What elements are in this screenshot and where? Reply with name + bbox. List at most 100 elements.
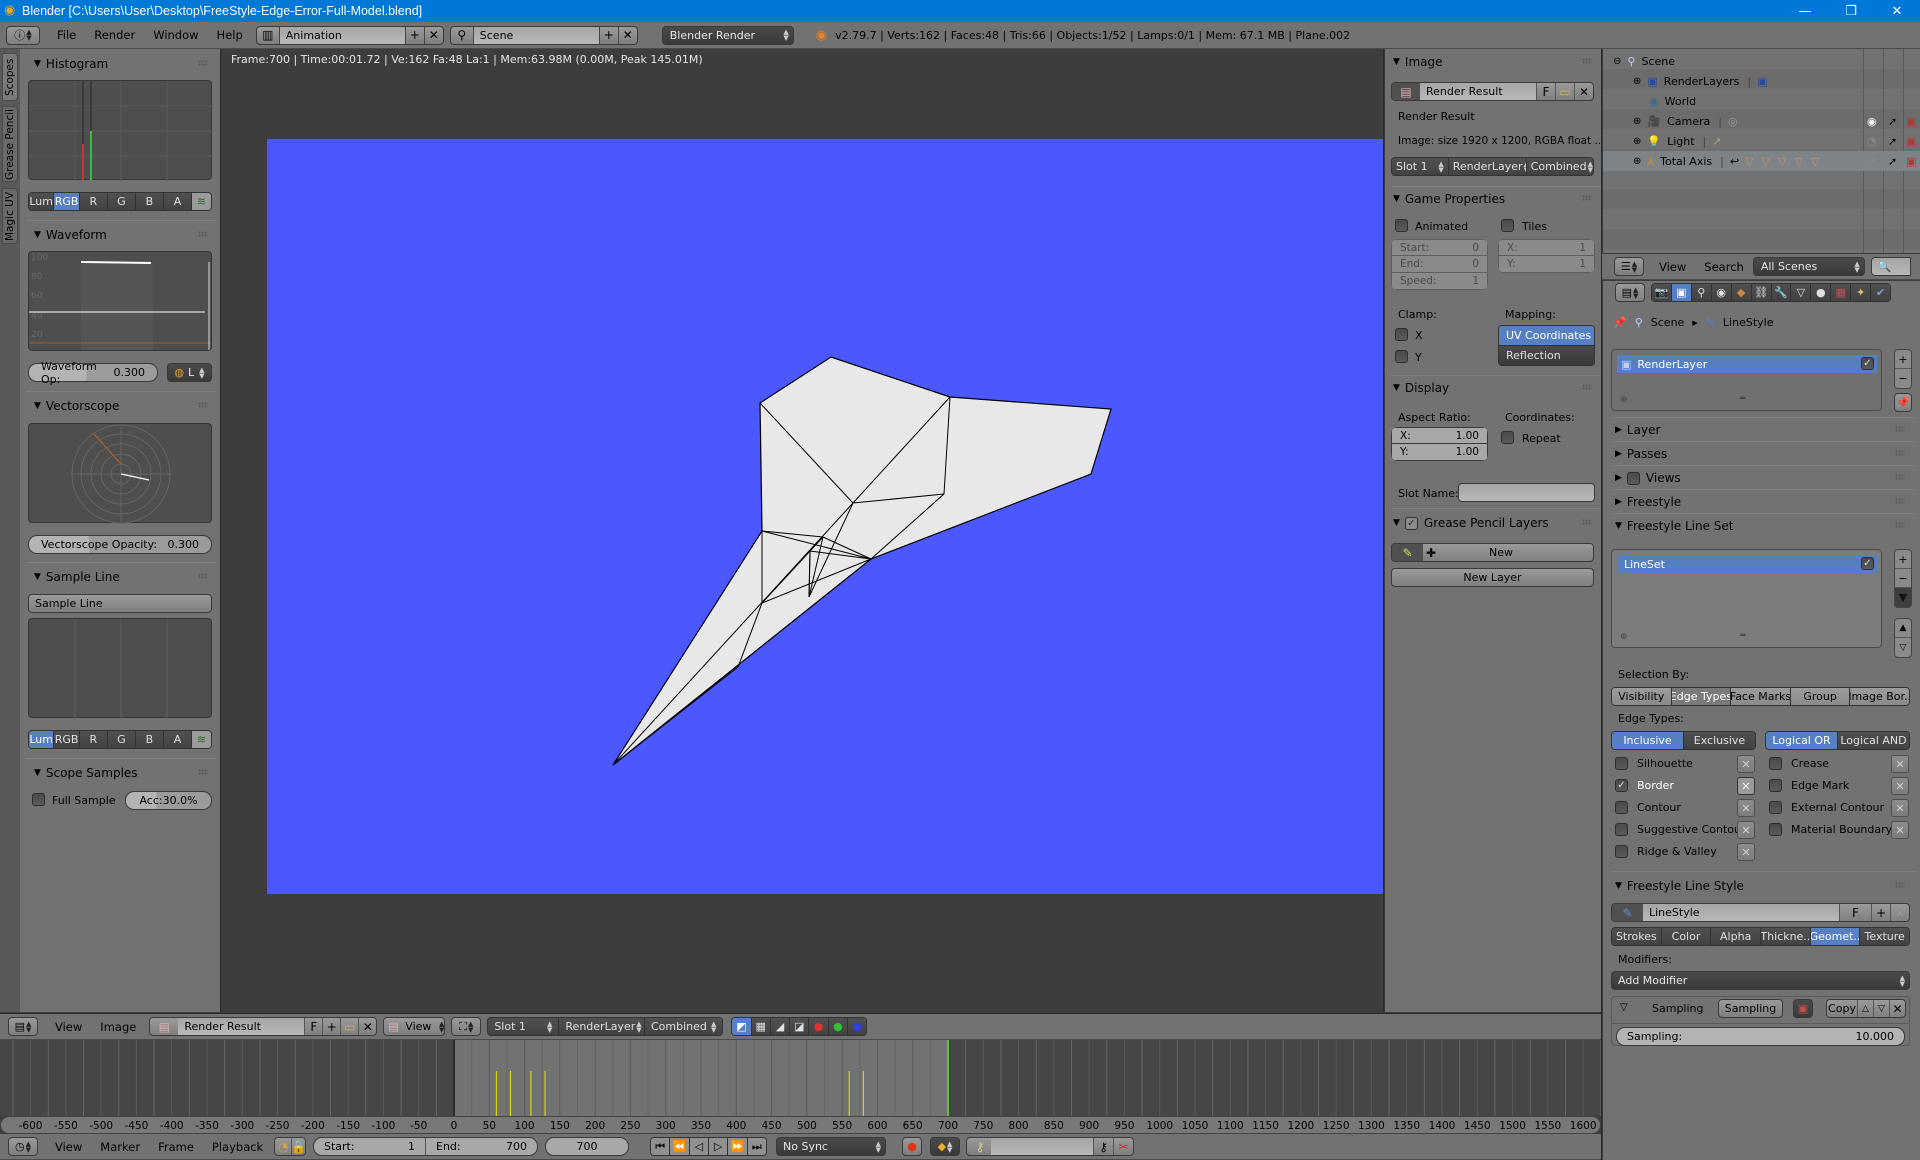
linestyle-tab-thickness[interactable]: Thickne.. bbox=[1761, 928, 1811, 945]
drag-grip-icon[interactable] bbox=[1582, 519, 1592, 525]
modifier-type-button[interactable]: Sampling bbox=[1718, 999, 1783, 1018]
screen-layout-name[interactable]: Animation bbox=[278, 26, 405, 44]
drag-grip-icon[interactable] bbox=[1582, 58, 1592, 64]
exclude-toggle-icon[interactable]: ✕ bbox=[1737, 821, 1755, 839]
channel-blue-icon[interactable]: ● bbox=[848, 1018, 867, 1035]
game-properties-header[interactable]: ▼ Game Properties bbox=[1385, 188, 1600, 210]
keying-set-name[interactable] bbox=[991, 1138, 1093, 1155]
outliner-item-scene[interactable]: ⊖ ⚲ Scene bbox=[1603, 51, 1920, 71]
drag-grip-icon[interactable] bbox=[1895, 426, 1905, 432]
auto-keying-record-button[interactable]: ● bbox=[902, 1137, 922, 1156]
vectorscope-opacity-slider[interactable]: Vectorscope Opacity: 0.300 bbox=[28, 535, 212, 554]
delete-keyframe-icon[interactable]: ✂ bbox=[1113, 1138, 1133, 1155]
outliner-search-input[interactable]: 🔍 bbox=[1870, 257, 1911, 276]
outliner-item-world[interactable]: ◉ World bbox=[1603, 91, 1920, 111]
histogram-mode-b[interactable]: B bbox=[135, 193, 164, 210]
channel-red-icon[interactable]: ● bbox=[809, 1018, 829, 1035]
exclude-toggle-icon[interactable]: ✕ bbox=[1737, 843, 1755, 861]
image-editor-type-button[interactable]: ▤ ▲ ▼ bbox=[8, 1017, 38, 1036]
freestyle-section-header[interactable]: ▶ Freestyle bbox=[1607, 491, 1913, 513]
anim-end-field[interactable]: End: 0 bbox=[1391, 256, 1488, 273]
add-icon[interactable]: + bbox=[598, 26, 618, 44]
expand-icon[interactable]: ⊕ bbox=[1633, 156, 1641, 167]
list-filter-icon[interactable]: ⊕ bbox=[1620, 395, 1628, 405]
render-layer-enabled-checkbox[interactable]: ✓ bbox=[1861, 357, 1874, 370]
move-up-button[interactable]: △ bbox=[1857, 1000, 1873, 1017]
menu-file[interactable]: File bbox=[48, 28, 85, 42]
exclude-toggle-icon[interactable]: ✕ bbox=[1891, 777, 1909, 795]
exclude-toggle-icon[interactable]: ✕ bbox=[1891, 821, 1909, 839]
expand-icon[interactable]: ⊕ bbox=[1633, 76, 1641, 87]
aspect-y-field[interactable]: Y: 1.00 bbox=[1391, 444, 1488, 461]
close-icon[interactable]: ✕ bbox=[358, 1018, 376, 1035]
sync-mode-dropdown[interactable]: No Sync ▲ ▼ bbox=[776, 1137, 886, 1156]
animated-checkbox[interactable] bbox=[1395, 219, 1408, 232]
slot-name-input[interactable] bbox=[1458, 483, 1595, 502]
selection-edge-types-toggle[interactable]: Edge Types bbox=[1671, 688, 1732, 705]
close-button[interactable]: ✕ bbox=[1874, 0, 1920, 22]
edge-type-checkbox[interactable] bbox=[1615, 845, 1628, 858]
timeline-menu-frame[interactable]: Frame bbox=[149, 1140, 203, 1154]
histogram-mode-g[interactable]: G bbox=[107, 193, 136, 210]
tab-grease-pencil[interactable]: Grease Pencil bbox=[2, 106, 18, 182]
log-scale-toggle-icon[interactable]: ≋ bbox=[192, 193, 211, 210]
render-layer-dropdown[interactable]: RenderLayer▲▼ bbox=[1448, 158, 1527, 175]
edge-type-checkbox[interactable] bbox=[1615, 823, 1628, 836]
add-line-set-button[interactable]: + bbox=[1895, 550, 1911, 569]
move-down-button[interactable]: ▽ bbox=[1895, 638, 1911, 657]
sample-mode-a[interactable]: A bbox=[163, 731, 193, 748]
tab-object-icon[interactable]: ◆ bbox=[1731, 284, 1752, 301]
passes-section-header[interactable]: ▶ Passes bbox=[1607, 443, 1913, 465]
repeat-checkbox[interactable] bbox=[1501, 431, 1514, 444]
line-set-item[interactable]: LineSet ✓ bbox=[1617, 555, 1877, 573]
modifier-render-toggle-icon[interactable]: ▣ bbox=[1793, 999, 1813, 1018]
expand-icon[interactable]: ⊕ bbox=[1633, 116, 1641, 127]
selectable-arrow-icon[interactable]: ➚ bbox=[1888, 135, 1897, 148]
exclude-toggle-icon[interactable]: ✕ bbox=[1737, 777, 1755, 795]
histogram-mode-rgb[interactable]: RGB bbox=[54, 193, 80, 210]
edge-type-checkbox[interactable] bbox=[1615, 801, 1628, 814]
tab-world-icon[interactable]: ◉ bbox=[1711, 284, 1732, 301]
image-name[interactable]: Render Result bbox=[178, 1018, 305, 1035]
tab-data-icon[interactable]: ▽ bbox=[1791, 284, 1812, 301]
sample-line-button[interactable]: Sample Line bbox=[28, 594, 212, 613]
exclude-toggle-icon[interactable]: ✕ bbox=[1891, 755, 1909, 773]
add-icon[interactable]: + bbox=[1871, 904, 1890, 921]
grease-pencil-datablock[interactable]: ✎ ✚ New bbox=[1391, 543, 1594, 562]
selection-face-marks-toggle[interactable]: Face Marks bbox=[1731, 688, 1791, 705]
exclude-toggle-icon[interactable]: ✕ bbox=[1891, 799, 1909, 817]
restore-button[interactable]: ❐ bbox=[1828, 0, 1874, 22]
current-frame-field[interactable]: 700 bbox=[545, 1137, 629, 1156]
add-modifier-dropdown[interactable]: Add Modifier ▲ ▼ bbox=[1611, 971, 1910, 990]
waveform-header[interactable]: ▼ Waveform bbox=[26, 224, 216, 246]
tiles-checkbox[interactable] bbox=[1501, 219, 1514, 232]
move-up-button[interactable]: ▲ bbox=[1895, 619, 1911, 638]
drag-grip-icon[interactable] bbox=[198, 402, 208, 408]
modifier-name[interactable]: Sampling bbox=[1652, 1002, 1704, 1015]
layer-section-header[interactable]: ▶ Layer bbox=[1607, 419, 1913, 441]
edge-type-checkbox[interactable] bbox=[1769, 823, 1782, 836]
insert-keyframe-icon[interactable]: ⚷ bbox=[1093, 1138, 1113, 1155]
image-browse-selector[interactable]: ▤ Render Result F + ▭ ✕ bbox=[149, 1017, 378, 1036]
channel-color-icon[interactable]: ▦ bbox=[751, 1018, 771, 1035]
menu-window[interactable]: Window bbox=[144, 28, 207, 42]
scene-selector[interactable]: ⚲ Scene + ✕ bbox=[449, 25, 638, 45]
close-icon[interactable]: ✕ bbox=[1890, 904, 1909, 921]
channel-alpha-icon[interactable]: ◢ bbox=[770, 1018, 791, 1035]
render-engine-dropdown[interactable]: Blender Render ▲ ▼ bbox=[661, 25, 794, 45]
edge-type-checkbox[interactable] bbox=[1615, 757, 1628, 770]
list-resize-handle[interactable]: ═ bbox=[1740, 631, 1745, 641]
start-frame-field[interactable]: Start: 1 bbox=[314, 1138, 426, 1155]
add-render-layer-button[interactable]: + bbox=[1895, 350, 1911, 369]
histogram-mode-a[interactable]: A bbox=[163, 193, 193, 210]
drag-grip-icon[interactable] bbox=[1895, 882, 1905, 888]
exclude-toggle-icon[interactable]: ✕ bbox=[1737, 755, 1755, 773]
edge-type-checkbox[interactable] bbox=[1769, 801, 1782, 814]
drag-grip-icon[interactable] bbox=[1582, 195, 1592, 201]
mapping-uv-coordinates[interactable]: UV Coordinates bbox=[1499, 326, 1594, 346]
drag-grip-icon[interactable] bbox=[1895, 498, 1905, 504]
drag-grip-icon[interactable] bbox=[198, 231, 208, 237]
freestyle-line-set-header[interactable]: ▼ Freestyle Line Set bbox=[1607, 515, 1913, 537]
log-scale-toggle-icon[interactable]: ≋ bbox=[192, 731, 211, 748]
image-menu-view[interactable]: View bbox=[46, 1020, 91, 1034]
